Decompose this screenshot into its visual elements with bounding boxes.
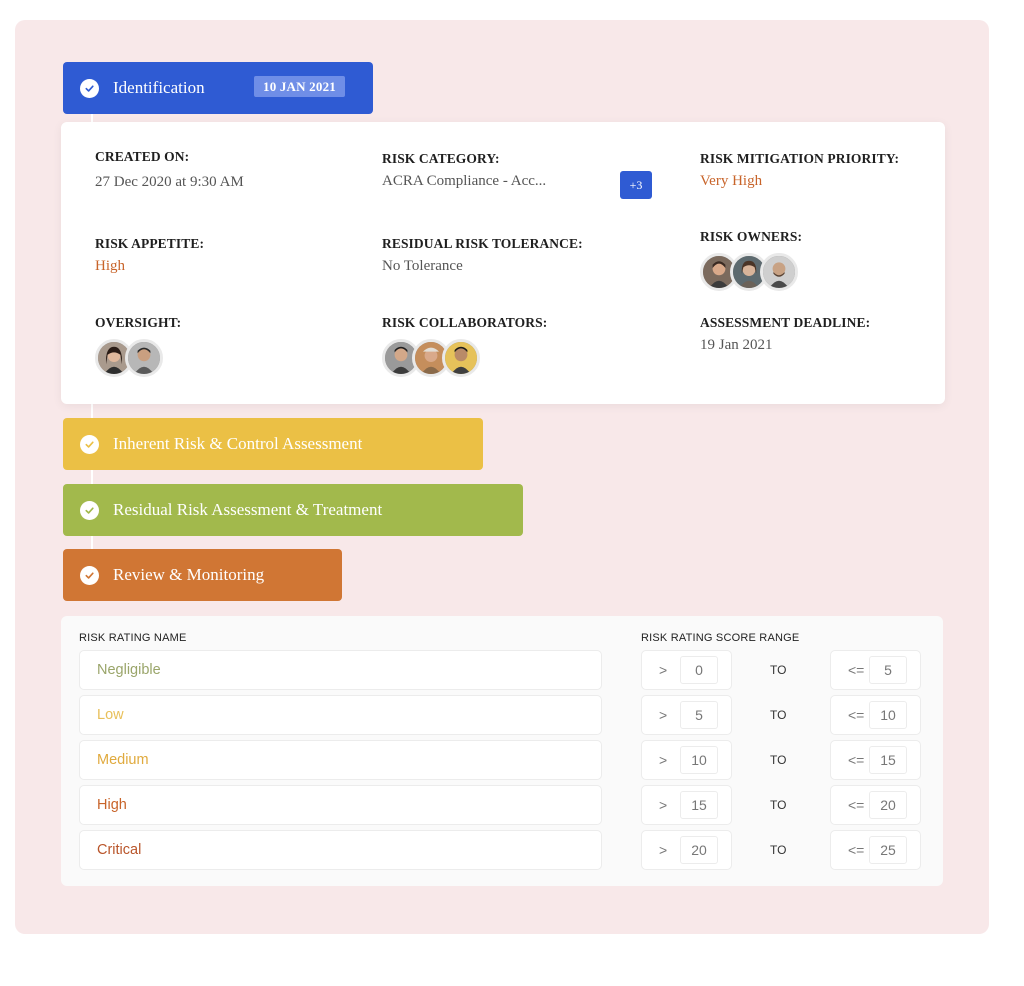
min-score-input[interactable]: 10 — [680, 746, 718, 774]
max-score-field: <= 20 — [830, 785, 921, 825]
to-label: TO — [770, 843, 787, 857]
field-value: High — [95, 258, 125, 274]
oversight-field: OVERSIGHT: — [95, 315, 181, 377]
risk-collaborators-field: RISK COLLABORATORS: — [382, 315, 547, 377]
field-value: 19 Jan 2021 — [700, 337, 773, 353]
avatar[interactable] — [125, 339, 163, 377]
max-score-field: <= 15 — [830, 740, 921, 780]
check-circle-icon — [80, 78, 99, 98]
max-score-input[interactable]: 25 — [869, 836, 907, 864]
avatar-group — [95, 339, 181, 377]
to-label: TO — [770, 798, 787, 812]
min-score-input[interactable]: 5 — [680, 701, 718, 729]
to-label: TO — [770, 708, 787, 722]
step-label: Inherent Risk & Control Assessment — [113, 434, 363, 453]
greater-than-symbol: > — [659, 707, 668, 723]
field-label: CREATED ON: — [95, 149, 190, 164]
step-inherent-risk[interactable]: Inherent Risk & Control Assessment — [63, 418, 483, 470]
min-score-input[interactable]: 15 — [680, 791, 718, 819]
rating-range-header: RISK RATING SCORE RANGE — [641, 632, 800, 644]
max-score-input[interactable]: 10 — [869, 701, 907, 729]
min-score-field: > 20 — [641, 830, 732, 870]
rating-name-input[interactable]: Negligible — [79, 650, 602, 690]
less-equal-symbol: <= — [848, 797, 865, 813]
greater-than-symbol: > — [659, 752, 668, 768]
max-score-input[interactable]: 20 — [869, 791, 907, 819]
identification-details-card: CREATED ON: 27 Dec 2020 at 9:30 AM RISK … — [61, 122, 945, 404]
min-score-input[interactable]: 0 — [680, 656, 718, 684]
table-row: Negligible > 0 TO <= 5 — [61, 650, 943, 690]
field-label: RISK COLLABORATORS: — [382, 315, 548, 330]
to-label: TO — [770, 663, 787, 677]
max-score-input[interactable]: 5 — [869, 656, 907, 684]
field-label: RISK CATEGORY: — [382, 151, 500, 166]
avatar[interactable] — [760, 253, 798, 291]
risk-category-field: RISK CATEGORY: ACRA Compliance - Acc... — [382, 151, 546, 190]
greater-than-symbol: > — [659, 797, 668, 813]
max-score-field: <= 10 — [830, 695, 921, 735]
check-circle-icon — [80, 565, 99, 585]
step-residual-risk[interactable]: Residual Risk Assessment & Treatment — [63, 484, 523, 536]
less-equal-symbol: <= — [848, 662, 865, 678]
greater-than-symbol: > — [659, 842, 668, 858]
check-circle-icon — [80, 434, 99, 454]
rating-name-input[interactable]: High — [79, 785, 602, 825]
table-row: High > 15 TO <= 20 — [61, 785, 943, 825]
rating-name-input[interactable]: Medium — [79, 740, 602, 780]
greater-than-symbol: > — [659, 662, 668, 678]
min-score-field: > 5 — [641, 695, 732, 735]
created-on-field: CREATED ON: 27 Dec 2020 at 9:30 AM — [95, 149, 244, 191]
less-equal-symbol: <= — [848, 842, 865, 858]
min-score-field: > 10 — [641, 740, 732, 780]
max-score-input[interactable]: 15 — [869, 746, 907, 774]
avatar-group — [700, 253, 802, 291]
min-score-input[interactable]: 20 — [680, 836, 718, 864]
more-categories-badge[interactable]: +3 — [620, 171, 652, 199]
avatar[interactable] — [442, 339, 480, 377]
field-value: No Tolerance — [382, 258, 463, 274]
field-label: RISK MITIGATION PRIORITY: — [700, 151, 900, 166]
rating-name-input[interactable]: Low — [79, 695, 602, 735]
max-score-field: <= 25 — [830, 830, 921, 870]
field-value: 27 Dec 2020 at 9:30 AM — [95, 174, 244, 190]
field-value: ACRA Compliance - Acc... — [382, 173, 547, 189]
field-label: RISK OWNERS: — [700, 229, 803, 244]
min-score-field: > 0 — [641, 650, 732, 690]
avatar-group — [382, 339, 547, 377]
step-label: Identification — [113, 78, 205, 97]
to-label: TO — [770, 753, 787, 767]
field-label: RESIDUAL RISK TOLERANCE: — [382, 236, 583, 251]
field-label: OVERSIGHT: — [95, 315, 182, 330]
assessment-deadline-field: ASSESSMENT DEADLINE: 19 Jan 2021 — [700, 315, 870, 354]
rating-name-header: RISK RATING NAME — [79, 632, 187, 644]
field-value: Very High — [700, 173, 763, 189]
max-score-field: <= 5 — [830, 650, 921, 690]
field-label: RISK APPETITE: — [95, 236, 205, 251]
table-row: Medium > 10 TO <= 15 — [61, 740, 943, 780]
mitigation-priority-field: RISK MITIGATION PRIORITY: Very High — [700, 151, 899, 190]
field-label: ASSESSMENT DEADLINE: — [700, 315, 871, 330]
step-date-badge: 10 JAN 2021 — [254, 76, 345, 97]
step-review-monitoring[interactable]: Review & Monitoring — [63, 549, 342, 601]
check-circle-icon — [80, 500, 99, 520]
step-identification[interactable]: Identification 10 JAN 2021 — [63, 62, 373, 114]
table-row: Low > 5 TO <= 10 — [61, 695, 943, 735]
risk-rating-table: RISK RATING NAME RISK RATING SCORE RANGE… — [61, 616, 943, 886]
table-row: Critical > 20 TO <= 25 — [61, 830, 943, 870]
less-equal-symbol: <= — [848, 707, 865, 723]
step-label: Residual Risk Assessment & Treatment — [113, 500, 383, 519]
less-equal-symbol: <= — [848, 752, 865, 768]
risk-owners-field: RISK OWNERS: — [700, 229, 802, 291]
rating-name-input[interactable]: Critical — [79, 830, 602, 870]
residual-tolerance-field: RESIDUAL RISK TOLERANCE: No Tolerance — [382, 236, 583, 275]
step-label: Review & Monitoring — [113, 565, 265, 584]
min-score-field: > 15 — [641, 785, 732, 825]
risk-appetite-field: RISK APPETITE: High — [95, 236, 204, 275]
